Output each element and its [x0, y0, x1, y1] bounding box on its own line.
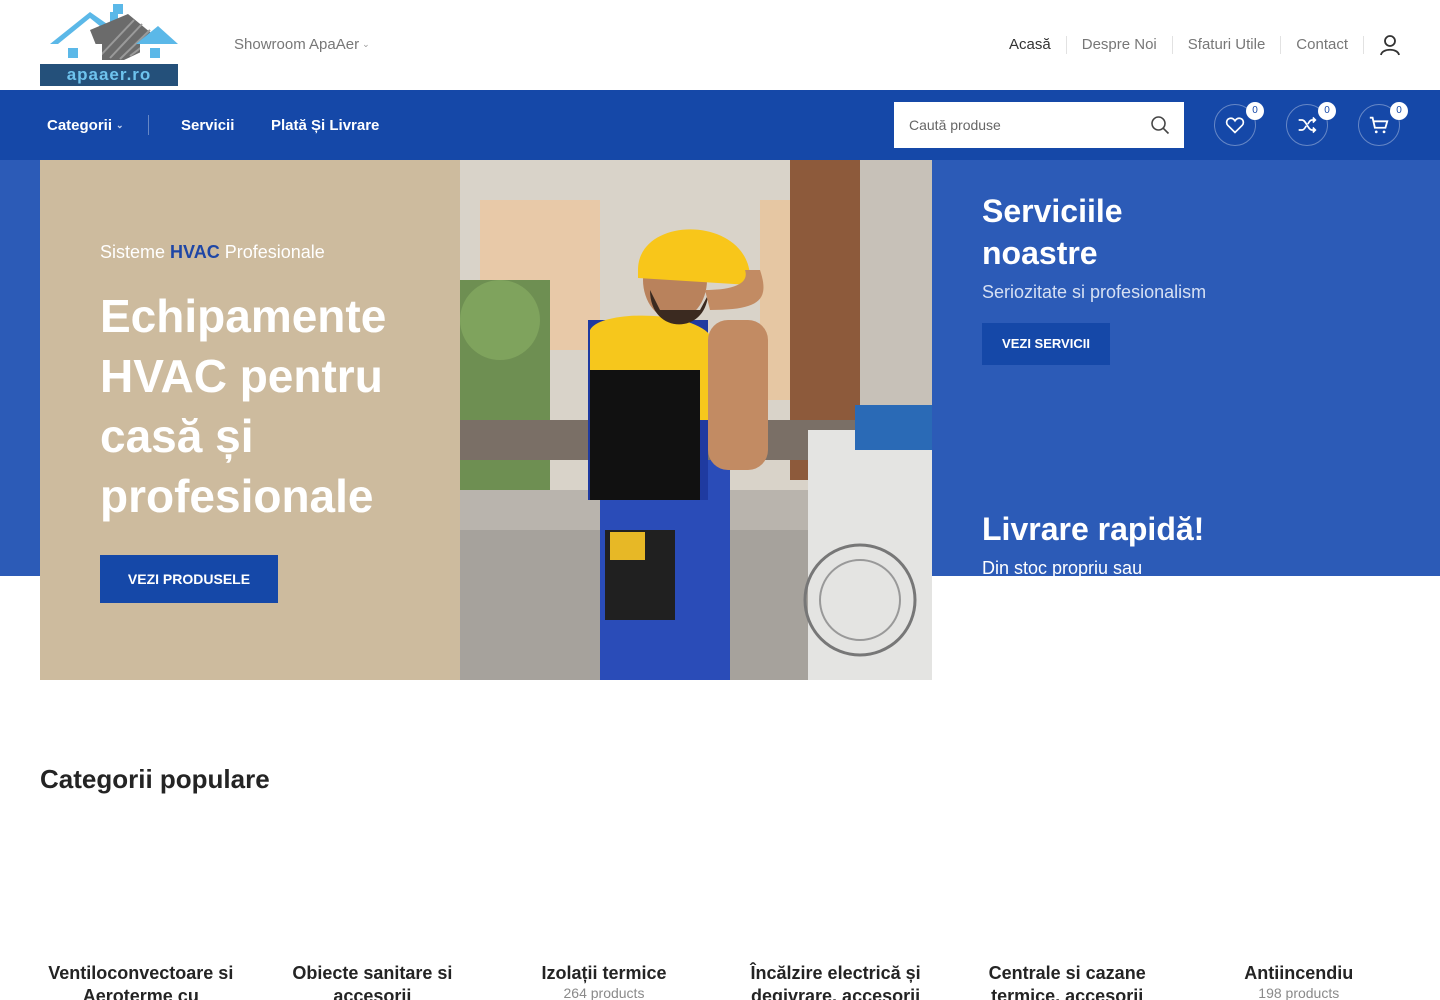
- nav-despre-noi[interactable]: Despre Noi: [1065, 36, 1172, 54]
- services-title: Serviciile noastre: [982, 193, 1123, 271]
- category-name: Obiecte sanitare si accesorii: [292, 963, 453, 1000]
- showroom-menu[interactable]: Showroom ApaAer ⌄: [234, 36, 370, 53]
- delivery-title: Livrare rapidă!: [982, 511, 1205, 547]
- view-services-button[interactable]: VEZI SERVICII: [982, 323, 1110, 365]
- nav-contact[interactable]: Contact: [1280, 36, 1364, 54]
- compare-count-badge: 0: [1318, 102, 1336, 120]
- site-logo[interactable]: apaaer.ro: [40, 4, 178, 86]
- category-item[interactable]: Izolații termice 264 products: [488, 962, 720, 1000]
- logo-house-icon: [50, 4, 178, 64]
- nav-plata-livrare[interactable]: Plată Și Livrare: [271, 117, 379, 134]
- category-count: 264 products: [563, 985, 645, 1000]
- main-nav: Categorii ⌄ Servicii Plată Și Livrare 0 …: [0, 90, 1440, 160]
- cart-count-badge: 0: [1390, 102, 1408, 120]
- top-header: apaaer.ro Showroom ApaAer ⌄ Acasă Despre…: [0, 0, 1440, 90]
- user-icon[interactable]: [1378, 33, 1402, 57]
- chevron-down-icon: ⌄: [362, 39, 370, 49]
- showroom-label: Showroom ApaAer: [234, 36, 360, 53]
- view-products-button[interactable]: VEZI PRODUSELE: [100, 555, 278, 603]
- search-input[interactable]: [894, 102, 1144, 148]
- nav-sfaturi-utile[interactable]: Sfaturi Utile: [1171, 36, 1281, 54]
- search-bar: [894, 102, 1184, 148]
- category-name: Izolații termice: [541, 963, 667, 983]
- categories-label: Categorii: [47, 117, 113, 134]
- category-item[interactable]: Obiecte sanitare si accesorii: [257, 962, 489, 1000]
- category-item[interactable]: Ventiloconvectoare si Aeroterme cu: [25, 962, 257, 1000]
- compare-button[interactable]: 0: [1286, 102, 1336, 146]
- services-promo: Serviciile noastre Seriozitate si profes…: [982, 190, 1206, 365]
- category-item[interactable]: Încălzire electrică și degivrare, acceso…: [720, 962, 952, 1000]
- hero-banner: Sisteme HVAC Profesionale Echipamente HV…: [40, 160, 460, 680]
- category-name: Centrale si cazane termice, accesorii: [988, 963, 1146, 1000]
- wishlist-button[interactable]: 0: [1214, 102, 1264, 146]
- hero-subtitle: Sisteme HVAC Profesionale: [100, 242, 325, 262]
- hero-technician-image: [460, 160, 932, 680]
- cart-icon: [1369, 116, 1389, 134]
- top-nav: Acasă Despre Noi Sfaturi Utile Contact: [994, 36, 1364, 54]
- hero-title: Echipamente HVAC pentru casă și profesio…: [100, 290, 387, 522]
- nav-acasa[interactable]: Acasă: [994, 36, 1066, 54]
- delivery-promo: Livrare rapidă! Din stoc propriu sau: [982, 508, 1204, 576]
- logo-text: apaaer.ro: [66, 65, 152, 84]
- category-item[interactable]: Centrale si cazane termice, accesorii: [951, 962, 1183, 1000]
- category-name: Antiincendiu: [1244, 963, 1354, 983]
- wishlist-count-badge: 0: [1246, 102, 1264, 120]
- category-name: Încălzire electrică și degivrare, acceso…: [750, 963, 921, 1000]
- heart-icon: [1225, 117, 1245, 134]
- delivery-text: Din stoc propriu sau: [982, 558, 1143, 576]
- shuffle-icon: [1298, 116, 1317, 134]
- category-count: 198 products: [1258, 985, 1340, 1000]
- category-name: Ventiloconvectoare si Aeroterme cu: [48, 963, 234, 1000]
- services-text: Seriozitate si profesionalism: [982, 282, 1207, 302]
- search-icon[interactable]: [1150, 115, 1170, 135]
- hero-subtitle-highlight: HVAC: [170, 242, 220, 262]
- nav-servicii[interactable]: Servicii: [181, 117, 234, 134]
- cart-button[interactable]: 0: [1358, 102, 1408, 146]
- categories-menu[interactable]: Categorii ⌄: [47, 117, 124, 134]
- popular-categories-heading: Categorii populare: [40, 764, 270, 794]
- category-item[interactable]: Antiincendiu 198 products: [1183, 962, 1415, 1000]
- categories-grid: Ventiloconvectoare si Aeroterme cu Obiec…: [25, 962, 1415, 1000]
- divider: [148, 115, 149, 135]
- chevron-down-icon: ⌄: [116, 120, 124, 130]
